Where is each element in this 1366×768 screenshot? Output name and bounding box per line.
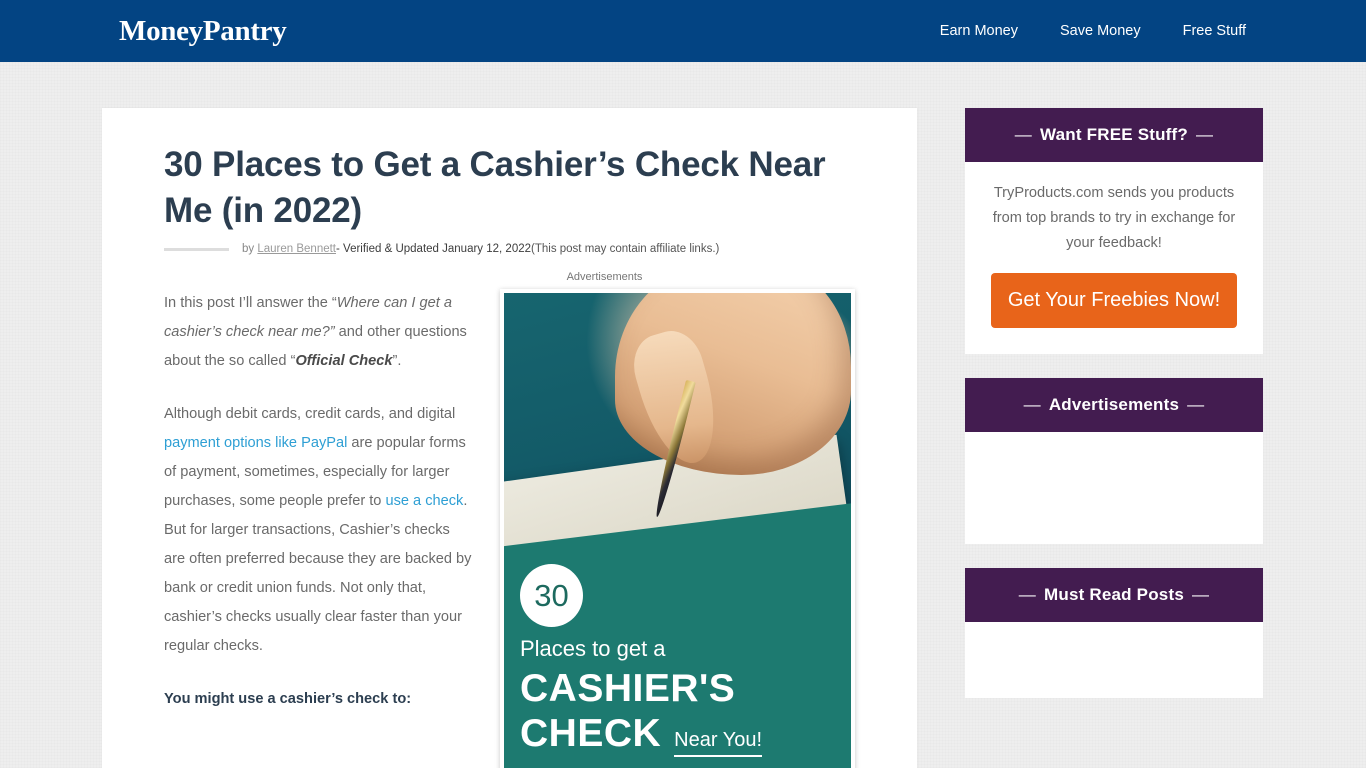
article-card: 30 Places to Get a Cashier’s Check Near … — [102, 108, 917, 768]
p1-part1: In this post I’ll answer the “ — [164, 295, 337, 311]
widget-title-text: Must Read Posts — [1044, 585, 1184, 604]
dash-left-icon: — — [1023, 395, 1041, 414]
main-navigation: Earn Money Save Money Free Stuff — [919, 23, 1246, 39]
advertisements-label: Advertisements — [566, 271, 643, 283]
page-title: 30 Places to Get a Cashier’s Check Near … — [164, 145, 826, 230]
dash-left-icon: — — [1014, 125, 1032, 144]
get-your-freebies-button[interactable]: Get Your Freebies Now! — [991, 273, 1237, 328]
site-header: MoneyPantry Earn Money Save Money Free S… — [0, 0, 1366, 62]
widget-advertisements: — Advertisements — — [965, 378, 1263, 544]
byline-meta: - Verified & Updated January 12, 2022 — [336, 243, 532, 255]
page-wrapper: 30 Places to Get a Cashier’s Check Near … — [0, 62, 1366, 768]
widget-want-free-stuff: — Want FREE Stuff? — TryProducts.com sends… — [965, 108, 1263, 354]
link-use-a-check[interactable]: use a check — [385, 493, 463, 509]
p2-part3: . But for larger transactions, Cashier’s… — [164, 493, 472, 654]
nav-item-earn-money[interactable]: Earn Money — [919, 23, 1039, 39]
sidebar: — Want FREE Stuff? — TryProducts.com sends… — [965, 108, 1263, 722]
nav-item-free-stuff[interactable]: Free Stuff — [1162, 23, 1246, 39]
link-payment-options-paypal[interactable]: payment options like PayPal — [164, 435, 347, 451]
dash-left-icon: — — [1018, 585, 1036, 604]
infographic-overlay-text: 30 Places to get a CASHIER'S CHECK Near … — [520, 564, 837, 757]
widget-title-want-free-stuff: — Want FREE Stuff? — — [965, 108, 1263, 162]
infographic-count-badge: 30 — [520, 564, 583, 627]
widget-title-text: Advertisements — [1048, 395, 1180, 414]
widget-title-text: Want FREE Stuff? — [1040, 125, 1188, 144]
infographic-title-line2: CHECK — [520, 712, 662, 755]
infographic-near-you: Near You! — [674, 729, 763, 757]
byline-by-word: by — [242, 243, 255, 255]
byline-divider — [164, 247, 229, 251]
dash-right-icon: — — [1187, 395, 1205, 414]
infographic-canvas: 30 Places to get a CASHIER'S CHECK Near … — [504, 293, 851, 768]
site-logo[interactable]: MoneyPantry — [119, 16, 287, 46]
nav-item-save-money[interactable]: Save Money — [1039, 23, 1162, 39]
infographic-subtitle: Places to get a — [520, 636, 666, 661]
article-infographic[interactable]: 30 Places to get a CASHIER'S CHECK Near … — [500, 289, 855, 768]
widget-body-must-read-posts — [965, 622, 1263, 698]
byline: by Lauren Bennett - Verified & Updated J… — [164, 243, 855, 255]
widget-must-read-posts: — Must Read Posts — — [965, 568, 1263, 698]
widget-promo-text: TryProducts.com sends you products from … — [992, 185, 1236, 251]
widget-body-want-free-stuff: TryProducts.com sends you products from … — [965, 162, 1263, 354]
byline-author-link[interactable]: Lauren Bennett — [257, 243, 336, 255]
p1-bold: Official Check — [295, 353, 393, 369]
dash-right-icon: — — [1196, 125, 1214, 144]
widget-title-must-read-posts: — Must Read Posts — — [965, 568, 1263, 622]
infographic-title-line1: CASHIER'S — [520, 667, 736, 710]
byline-affiliate-note: (This post may contain affiliate links.) — [531, 243, 720, 255]
p1-part3: ”. — [392, 353, 402, 369]
widget-title-advertisements: — Advertisements — — [965, 378, 1263, 432]
dash-right-icon: — — [1191, 585, 1210, 604]
widget-body-advertisements — [965, 432, 1263, 544]
p2-part1: Although debit cards, credit cards, and … — [164, 406, 456, 422]
